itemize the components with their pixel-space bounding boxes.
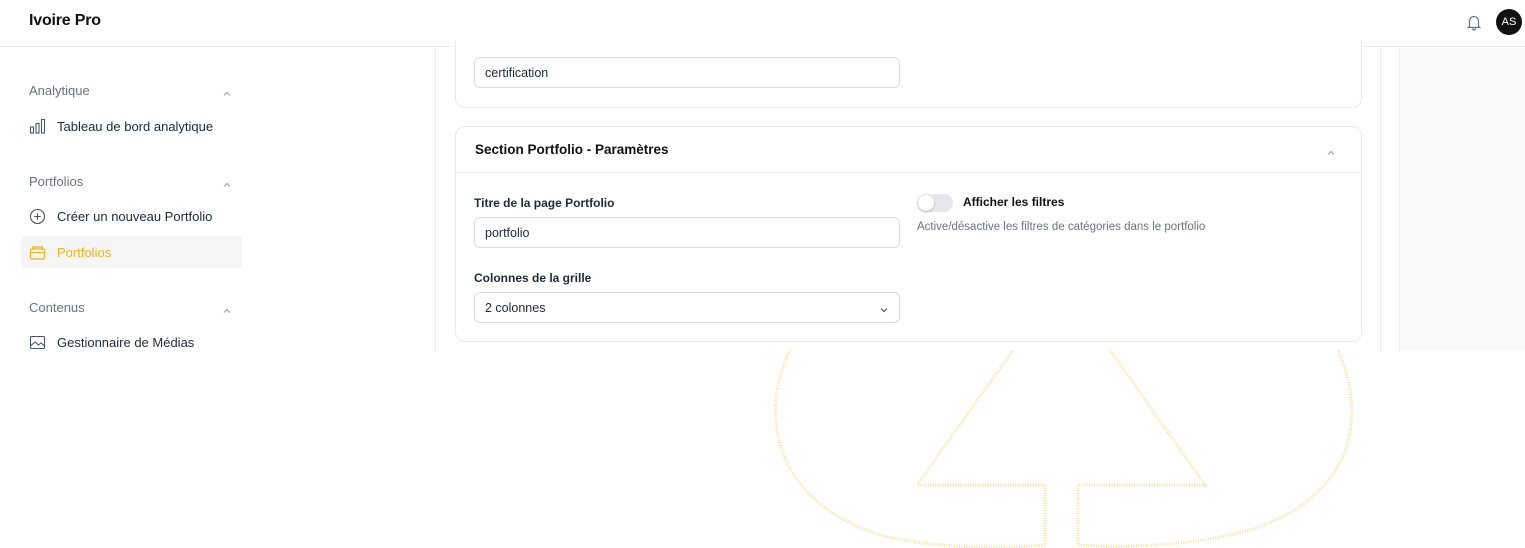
sidebar-item-label: Créer un nouveau Portfolio — [57, 208, 213, 224]
chevron-up-icon[interactable] — [222, 303, 232, 313]
sidebar-item-create-portfolio[interactable]: Créer un nouveau Portfolio — [21, 200, 242, 232]
folder-icon — [29, 244, 46, 261]
sidebar-item-label: Portfolios — [57, 244, 112, 260]
upload-watermark-icon — [773, 350, 1354, 548]
grid-columns-select[interactable]: 2 colonnes — [474, 292, 900, 323]
page-title-input[interactable]: portfolio — [474, 217, 900, 248]
previous-section-card: certification — [455, 40, 1362, 108]
right-rail — [1399, 48, 1525, 351]
toggle-knob — [918, 195, 934, 211]
chevron-up-icon[interactable] — [222, 86, 232, 96]
chevron-up-icon[interactable] — [1326, 145, 1336, 155]
bell-icon[interactable] — [1464, 12, 1484, 32]
show-filters-description: Active/désactive les filtres de catégori… — [917, 221, 1206, 233]
sidebar-item-analytics-dashboard[interactable]: Tableau de bord analytique — [21, 110, 242, 142]
sidebar-group-contenus-title[interactable]: Contenus — [29, 300, 85, 315]
plus-circle-icon — [29, 208, 46, 225]
user-avatar[interactable]: AS — [1496, 9, 1522, 35]
sidebar-item-portfolios[interactable]: Portfolios — [21, 236, 242, 268]
certification-input[interactable]: certification — [474, 57, 900, 88]
sidebar: Analytique Tableau de bord analytique Po… — [0, 48, 260, 351]
portfolio-settings-card: Section Portfolio - Paramètres Titre de … — [455, 126, 1362, 342]
sidebar-group-portfolios-title[interactable]: Portfolios — [29, 174, 83, 189]
sidebar-group-analytique-title[interactable]: Analytique — [29, 83, 90, 98]
chevron-up-icon[interactable] — [222, 177, 232, 187]
app-title[interactable]: Ivoire Pro — [29, 12, 101, 30]
grid-columns-label: Colonnes de la grille — [474, 271, 592, 285]
page-title-label: Titre de la page Portfolio — [474, 196, 615, 210]
sidebar-item-label: Gestionnaire de Médias — [57, 334, 195, 350]
section-title: Section Portfolio - Paramètres — [475, 142, 669, 157]
bar-chart-icon — [29, 118, 46, 135]
image-icon — [29, 334, 46, 351]
show-filters-toggle[interactable] — [917, 194, 953, 212]
chevron-down-icon — [879, 304, 889, 314]
show-filters-label: Afficher les filtres — [963, 195, 1065, 209]
sidebar-item-label: Tableau de bord analytique — [57, 118, 214, 134]
portfolio-settings-header[interactable]: Section Portfolio - Paramètres — [456, 127, 1361, 173]
sidebar-item-media-manager[interactable]: Gestionnaire de Médias — [21, 326, 242, 358]
grid-columns-value: 2 colonnes — [485, 300, 546, 315]
